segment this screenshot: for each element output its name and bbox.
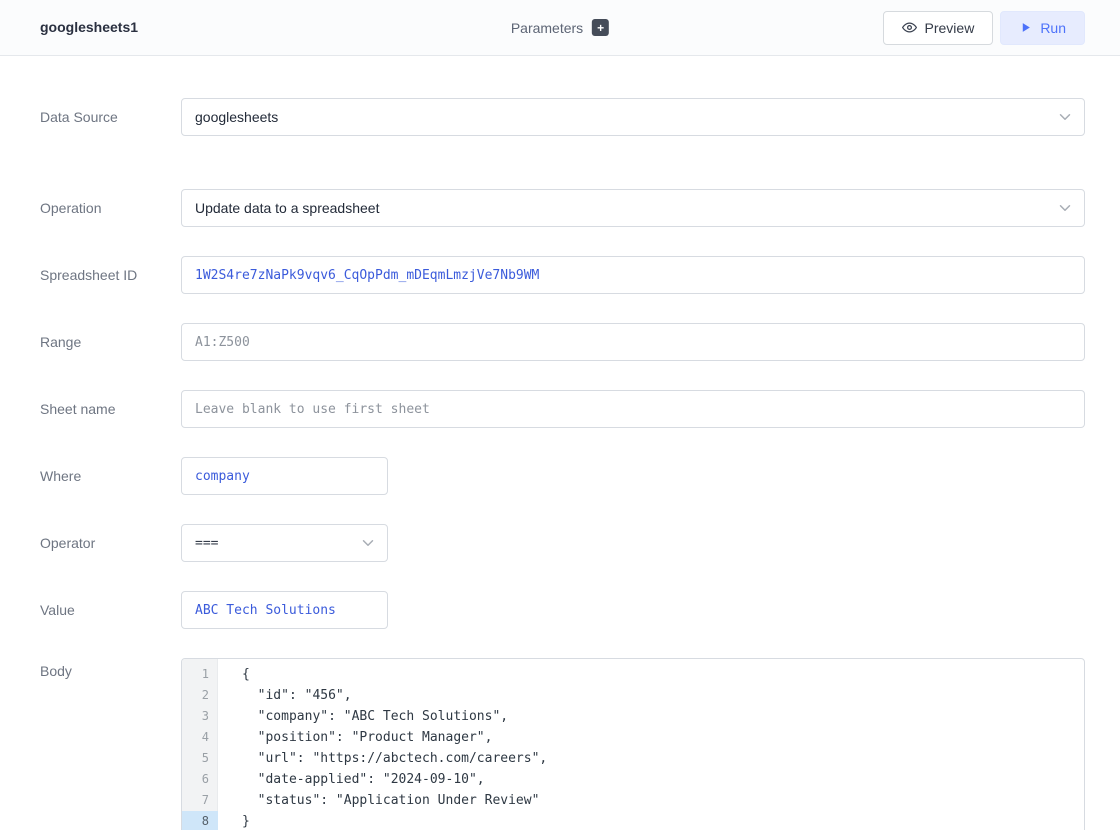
field-row-value: Value — [40, 591, 1085, 629]
code-line: { — [218, 664, 250, 685]
preview-button-label: Preview — [925, 20, 975, 36]
play-icon — [1019, 21, 1032, 34]
code-line-number: 7 — [182, 790, 218, 811]
run-button[interactable]: Run — [1000, 11, 1085, 45]
code-line-number: 5 — [182, 748, 218, 769]
value-label: Value — [40, 591, 181, 629]
code-line-number: 1 — [182, 664, 218, 685]
code-line-row: 7 "status": "Application Under Review" — [182, 790, 1084, 811]
where-label: Where — [40, 457, 181, 495]
run-button-label: Run — [1040, 20, 1066, 36]
field-row-spreadsheet-id: Spreadsheet ID — [40, 256, 1085, 294]
data-source-select[interactable]: googlesheets — [181, 98, 1085, 136]
topbar: googlesheets1 Parameters + Preview Run — [0, 0, 1120, 56]
code-line-row: 4 "position": "Product Manager", — [182, 727, 1084, 748]
sheet-name-label: Sheet name — [40, 390, 181, 428]
code-line-row: 5 "url": "https://abctech.com/careers", — [182, 748, 1084, 769]
query-form: Data Source googlesheets Operation Updat… — [0, 56, 1120, 830]
code-line-row: 1 { — [182, 664, 1084, 685]
preview-button[interactable]: Preview — [883, 11, 994, 45]
add-parameter-button[interactable]: + — [592, 19, 609, 36]
operation-select[interactable]: Update data to a spreadsheet — [181, 189, 1085, 227]
code-line-number: 3 — [182, 706, 218, 727]
plus-icon: + — [597, 22, 604, 34]
spreadsheet-id-input[interactable] — [181, 256, 1085, 294]
code-line-row: 6 "date-applied": "2024-09-10", — [182, 769, 1084, 790]
code-line-row: 3 "company": "ABC Tech Solutions", — [182, 706, 1084, 727]
topbar-actions: Preview Run — [883, 11, 1085, 45]
code-line-number: 6 — [182, 769, 218, 790]
code-line: "position": "Product Manager", — [218, 727, 492, 748]
range-input[interactable] — [181, 323, 1085, 361]
code-line: "url": "https://abctech.com/careers", — [218, 748, 547, 769]
query-editor-panel: googlesheets1 Parameters + Preview Run — [0, 0, 1120, 830]
code-line-number: 2 — [182, 685, 218, 706]
operation-label: Operation — [40, 189, 181, 227]
field-row-data-source: Data Source googlesheets — [40, 98, 1085, 136]
code-line-number: 4 — [182, 727, 218, 748]
body-label: Body — [40, 658, 181, 830]
code-line: } — [218, 811, 250, 830]
spreadsheet-id-label: Spreadsheet ID — [40, 256, 181, 294]
parameters-section: Parameters + — [511, 19, 609, 36]
field-row-where: Where — [40, 457, 1085, 495]
range-label: Range — [40, 323, 181, 361]
operator-select[interactable]: === — [181, 524, 388, 562]
code-line: "id": "456", — [218, 685, 352, 706]
code-line-row: 8 } — [182, 811, 1084, 830]
body-code-editor[interactable]: 1 { 2 "id": "456", 3 "company": "ABC Tec… — [181, 658, 1085, 830]
data-source-value: googlesheets — [195, 109, 278, 125]
sheet-name-input[interactable] — [181, 390, 1085, 428]
code-line-row: 2 "id": "456", — [182, 685, 1084, 706]
query-title: googlesheets1 — [40, 19, 138, 35]
chevron-down-icon — [1056, 199, 1074, 217]
code-line-number-active: 8 — [182, 811, 218, 830]
parameters-label: Parameters — [511, 20, 583, 36]
value-input[interactable] — [181, 591, 388, 629]
field-row-operator: Operator === — [40, 524, 1085, 562]
chevron-down-icon — [1056, 108, 1074, 126]
field-row-range: Range — [40, 323, 1085, 361]
data-source-label: Data Source — [40, 98, 181, 136]
chevron-down-icon — [359, 534, 377, 552]
field-row-sheet-name: Sheet name — [40, 390, 1085, 428]
field-row-body: Body 1 { 2 "id": "456", 3 "company": "AB… — [40, 658, 1085, 830]
field-row-operation: Operation Update data to a spreadsheet — [40, 189, 1085, 227]
code-line: "company": "ABC Tech Solutions", — [218, 706, 508, 727]
eye-icon — [902, 20, 917, 35]
operation-value: Update data to a spreadsheet — [195, 200, 379, 216]
topbar-left: googlesheets1 — [40, 19, 138, 37]
code-line: "date-applied": "2024-09-10", — [218, 769, 485, 790]
operator-label: Operator — [40, 524, 181, 562]
operator-value: === — [195, 536, 218, 551]
code-line: "status": "Application Under Review" — [218, 790, 539, 811]
where-input[interactable] — [181, 457, 388, 495]
